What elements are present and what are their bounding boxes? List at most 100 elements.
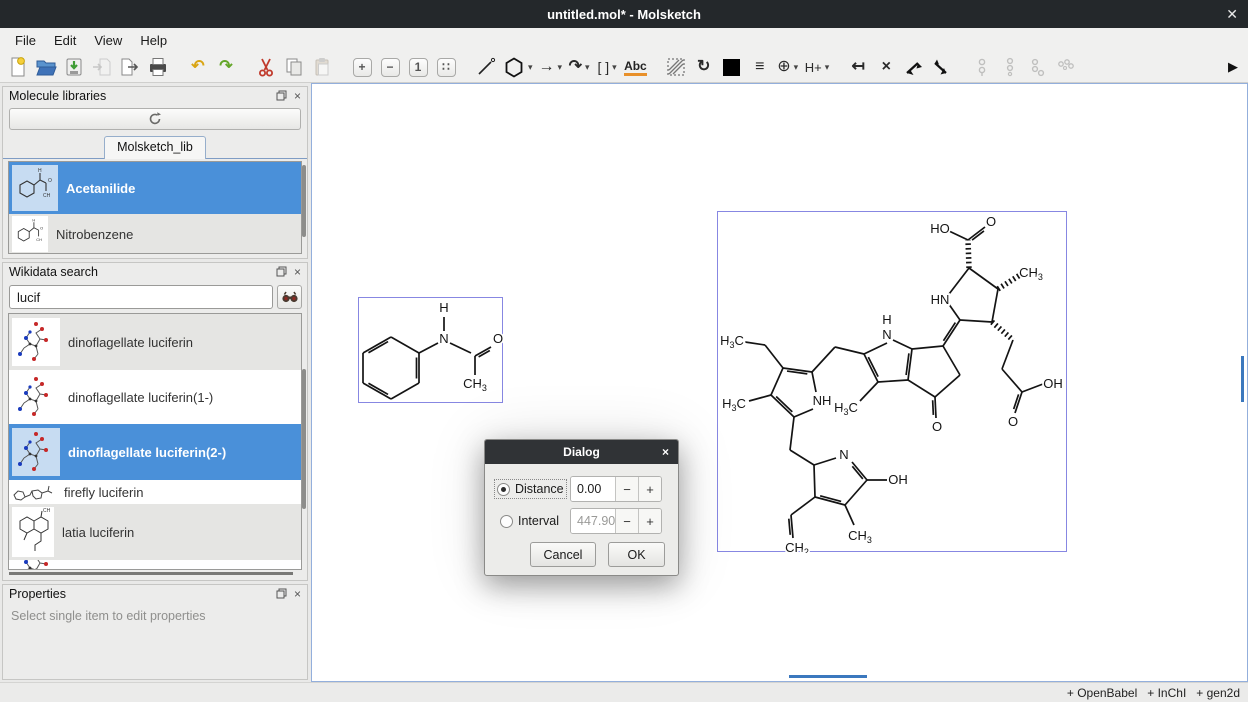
delete-tool[interactable]: ×: [873, 54, 899, 80]
float-icon[interactable]: [276, 588, 287, 601]
acetanilide-selection-box[interactable]: NHOCH3: [358, 297, 503, 403]
interval-radio[interactable]: [500, 515, 513, 528]
tab-molsketch-lib[interactable]: Molsketch_lib: [104, 136, 206, 159]
charge-tool-dropdown[interactable]: ▾: [794, 62, 799, 73]
dialog-window[interactable]: Dialog × Distance 0.00 − + Interval 447.…: [484, 439, 679, 576]
menu-edit[interactable]: Edit: [45, 30, 85, 51]
panel-header[interactable]: Wikidata search ×: [3, 263, 307, 281]
library-item[interactable]: HOCHAcetanilide: [9, 162, 301, 214]
reaction-arrow-tool[interactable]: →▾: [537, 54, 565, 80]
distance-increment-button[interactable]: +: [638, 477, 661, 501]
wikidata-result-item[interactable]: dinoflagellate luciferin(2-): [9, 424, 301, 480]
wikidata-vscrollbar[interactable]: [302, 369, 306, 509]
hash-bond-tool[interactable]: [929, 54, 955, 80]
charge-tool[interactable]: ⊕▾: [775, 54, 801, 80]
cancel-button[interactable]: Cancel: [530, 542, 596, 567]
luciferin-selection-box[interactable]: HOOHNCH3OHOHNH3COH3CH3CNHNOHCH3CH2: [717, 211, 1067, 552]
close-icon[interactable]: ×: [294, 90, 301, 102]
reaction-arrow-tool-dropdown[interactable]: ▾: [558, 62, 563, 73]
panel-header[interactable]: Molecule libraries ×: [3, 87, 307, 105]
wedge-bond-tool[interactable]: [901, 54, 927, 80]
redo-button[interactable]: ↷: [213, 54, 239, 80]
ring-tool-dropdown[interactable]: ▾: [528, 62, 533, 73]
save-button[interactable]: [61, 54, 87, 80]
library-item[interactable]: HOCHNitrobenzene: [9, 214, 301, 254]
dialog-title-bar[interactable]: Dialog ×: [485, 440, 678, 464]
ok-button[interactable]: OK: [608, 542, 665, 567]
mechanism-arrow-tool[interactable]: ↷▾: [566, 54, 592, 80]
search-input[interactable]: lucif: [9, 285, 273, 309]
gen2d-status[interactable]: + gen2d: [1196, 686, 1240, 700]
openbabel-status[interactable]: + OpenBabel: [1067, 686, 1137, 700]
svg-text:H3C: H3C: [720, 333, 744, 350]
luciferin-structure[interactable]: HOOHNCH3OHOHNH3COH3CH3CNHNOHCH3CH2: [718, 212, 1068, 553]
new-document-button[interactable]: [5, 54, 31, 80]
wikidata-result-item-label: latia luciferin: [62, 525, 134, 540]
distance-value[interactable]: 0.00: [571, 477, 615, 501]
refresh-library-button[interactable]: [9, 108, 301, 130]
distance-radio[interactable]: [497, 483, 510, 496]
acetanilide-structure[interactable]: NHOCH3: [359, 298, 504, 404]
menu-help[interactable]: Help: [131, 30, 176, 51]
line-width-button[interactable]: ≡: [747, 54, 773, 80]
export-button[interactable]: [117, 54, 143, 80]
print-button[interactable]: [145, 54, 171, 80]
interval-value[interactable]: 447.90: [571, 509, 615, 533]
toolbar-overflow-icon[interactable]: ▶: [1228, 59, 1244, 75]
ring-tool-icon: [503, 56, 525, 78]
ring-tool[interactable]: ▾: [501, 54, 535, 80]
title-bar[interactable]: untitled.mol* - Molsketch ✕: [0, 0, 1248, 28]
library-scrollbar[interactable]: [302, 165, 306, 237]
zoom-original-button[interactable]: 1: [405, 54, 431, 80]
canvas-vscroll-indicator[interactable]: [1241, 356, 1244, 402]
undo-button[interactable]: ↶: [185, 54, 211, 80]
paste-button[interactable]: [309, 54, 335, 80]
import-button[interactable]: [89, 54, 115, 80]
interval-increment-button[interactable]: +: [638, 509, 661, 533]
hydrogen-tool-dropdown[interactable]: ▾: [825, 62, 830, 73]
dialog-close-icon[interactable]: ×: [662, 445, 669, 459]
float-icon[interactable]: [276, 90, 287, 103]
draw-bond-tool[interactable]: [473, 54, 499, 80]
search-button[interactable]: [277, 285, 302, 309]
open-button[interactable]: [33, 54, 59, 80]
zoom-in-button[interactable]: +: [349, 54, 375, 80]
rotate-tool[interactable]: ↻: [691, 54, 717, 80]
panel-header[interactable]: Properties ×: [3, 585, 307, 603]
mechanism-arrow-tool-dropdown[interactable]: ▾: [585, 62, 590, 73]
text-tool[interactable]: Abc: [622, 54, 649, 80]
drawing-canvas[interactable]: NHOCH3 HOOHNCH3OHOHNH3COH3CH3CNHNOHCH3CH…: [311, 83, 1248, 682]
toolbar-separator: [240, 52, 252, 82]
zoom-out-button[interactable]: −: [377, 54, 403, 80]
double-chain-tool[interactable]: [1025, 54, 1051, 80]
bracket-tool-dropdown[interactable]: ▾: [612, 62, 617, 73]
menu-view[interactable]: View: [85, 30, 131, 51]
wikidata-result-item[interactable]: dinoflagellate luciferin(1-): [9, 370, 301, 424]
copy-button[interactable]: [281, 54, 307, 80]
close-icon[interactable]: ×: [294, 588, 301, 600]
wikidata-hscrollbar[interactable]: [9, 572, 293, 575]
cut-button[interactable]: [253, 54, 279, 80]
hydrogen-arrow-tool[interactable]: ↤: [845, 54, 871, 80]
svg-text:O: O: [986, 214, 996, 229]
chain-tool[interactable]: [969, 54, 995, 80]
selection-tool[interactable]: [663, 54, 689, 80]
close-icon[interactable]: ×: [294, 266, 301, 278]
wikidata-result-item[interactable]: firefly luciferin: [9, 480, 301, 504]
menu-file[interactable]: File: [6, 30, 45, 51]
color-button[interactable]: [719, 54, 745, 80]
wikidata-result-item[interactable]: CHlatia luciferin: [9, 504, 301, 560]
interval-decrement-button[interactable]: −: [615, 509, 638, 533]
ring-chain-tool[interactable]: [997, 54, 1023, 80]
wikidata-result-item[interactable]: dinoflagellate luciferin: [9, 314, 301, 370]
wikidata-result-item-partial[interactable]: [9, 560, 301, 570]
bracket-tool[interactable]: [ ]▾: [594, 54, 620, 80]
float-icon[interactable]: [276, 266, 287, 279]
distance-decrement-button[interactable]: −: [615, 477, 638, 501]
zoom-fit-button[interactable]: ∷: [433, 54, 459, 80]
hydrogen-tool[interactable]: H+▾: [803, 54, 832, 80]
canvas-hscroll-indicator[interactable]: [789, 675, 867, 678]
window-close-icon[interactable]: ✕: [1226, 0, 1238, 28]
spiro-chain-tool[interactable]: [1053, 54, 1079, 80]
inchi-status[interactable]: + InChI: [1147, 686, 1186, 700]
